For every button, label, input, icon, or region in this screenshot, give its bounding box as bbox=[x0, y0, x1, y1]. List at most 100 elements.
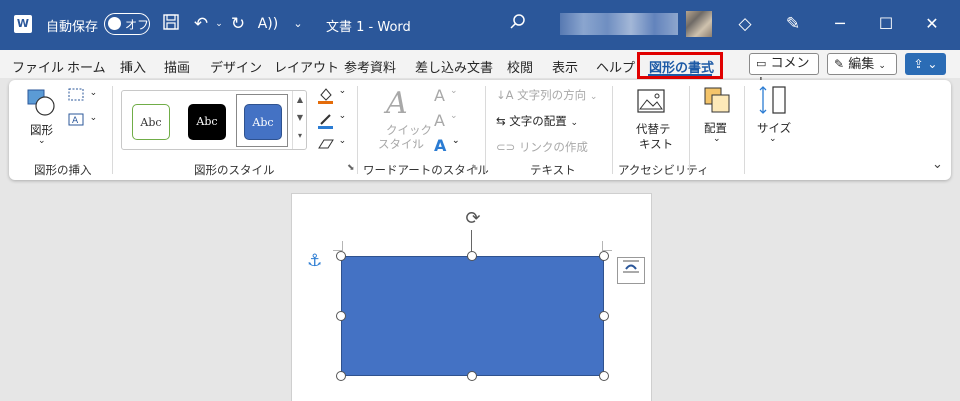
group-separator bbox=[357, 86, 358, 174]
save-icon[interactable] bbox=[160, 13, 182, 35]
autosave-state: オフ bbox=[125, 18, 150, 32]
rotate-handle-icon[interactable]: ⟳ bbox=[462, 208, 484, 230]
pencil-icon: ✎ bbox=[834, 57, 845, 71]
group-separator bbox=[689, 86, 690, 174]
wordart-icon[interactable]: A bbox=[386, 86, 408, 121]
comment-icon: ▭ bbox=[756, 57, 767, 70]
account-name[interactable] bbox=[560, 13, 678, 35]
alt-text-label-2[interactable]: キスト bbox=[639, 136, 673, 152]
dialog-launcher-icon[interactable]: ⬊ bbox=[347, 163, 355, 173]
arrange-dropdown-icon[interactable]: ⌄ bbox=[713, 134, 721, 144]
gallery-scroll[interactable]: ▲ ▼ ▾ bbox=[292, 91, 307, 149]
svg-text:A: A bbox=[72, 116, 79, 126]
read-aloud-icon[interactable]: A)) bbox=[257, 13, 279, 35]
group-text-label: テキスト bbox=[530, 163, 576, 177]
word-logo-icon: W bbox=[14, 15, 32, 33]
resize-handle-left[interactable] bbox=[336, 311, 346, 321]
tab-design[interactable]: デザイン bbox=[210, 57, 262, 76]
align-text-icon: ⇆ bbox=[496, 114, 506, 128]
link-icon: ⊂⊃ bbox=[496, 140, 516, 154]
resize-handle-right[interactable] bbox=[599, 311, 609, 321]
redo-icon[interactable]: ↻ bbox=[227, 13, 249, 35]
tab-layout[interactable]: レイアウト bbox=[274, 57, 339, 76]
autosave-label: 自動保存 bbox=[46, 20, 99, 35]
quick-style-dropdown-icon[interactable]: ⌄ bbox=[411, 136, 419, 146]
autosave-toggle[interactable]: オフ bbox=[104, 13, 150, 35]
tab-references[interactable]: 参考資料 bbox=[344, 57, 396, 76]
edit-shape-icon[interactable]: ⌄ bbox=[68, 88, 97, 105]
resize-handle-bottom-left[interactable] bbox=[336, 371, 346, 381]
resize-handle-bottom[interactable] bbox=[467, 371, 477, 381]
search-icon[interactable] bbox=[507, 13, 529, 35]
chevron-down-icon: ⌄ bbox=[570, 118, 578, 128]
text-direction-button[interactable]: ↓A 文字列の方向 ⌄ bbox=[496, 87, 597, 103]
style-swatch-black[interactable]: Abc bbox=[188, 104, 226, 140]
ribbon-collapse-icon[interactable]: ⌄ bbox=[932, 157, 943, 172]
tab-help[interactable]: ヘルプ bbox=[596, 57, 635, 76]
resize-handle-bottom-right[interactable] bbox=[599, 371, 609, 381]
shape-style-gallery: Abc Abc Abc ▲ ▼ ▾ bbox=[121, 90, 307, 150]
size-icon[interactable] bbox=[757, 86, 787, 118]
shape-fill-icon[interactable]: ⌄ bbox=[317, 86, 346, 107]
text-fill-icon[interactable]: A ⌄ bbox=[434, 86, 458, 105]
edit-mode-label: 編集 bbox=[848, 57, 875, 72]
comment-button[interactable]: ▭ コメント bbox=[749, 53, 819, 91]
create-link-label: リンクの作成 bbox=[518, 140, 588, 154]
tab-view[interactable]: 表示 bbox=[552, 57, 578, 76]
diamond-icon[interactable]: ◇ bbox=[734, 13, 756, 35]
shapes-gallery-icon[interactable] bbox=[26, 88, 56, 122]
group-separator bbox=[485, 86, 486, 174]
resize-handle-top[interactable] bbox=[467, 251, 477, 261]
group-accessibility-label: アクセシビリティ bbox=[618, 163, 709, 177]
alt-text-icon[interactable] bbox=[637, 89, 665, 119]
group-insert-shapes-label: 図形の挿入 bbox=[34, 163, 92, 177]
tab-file[interactable]: ファイル bbox=[12, 57, 64, 76]
chevron-down-icon: ⌄ bbox=[878, 61, 886, 71]
shape-effects-icon[interactable]: ⌄ bbox=[317, 136, 346, 155]
tab-home[interactable]: ホーム bbox=[67, 57, 106, 76]
share-icon: ⇪ ⌄ bbox=[913, 57, 938, 71]
avatar[interactable] bbox=[686, 11, 712, 37]
text-box-icon[interactable]: A ⌄ bbox=[68, 113, 97, 130]
shapes-dropdown-icon[interactable]: ⌄ bbox=[38, 136, 46, 146]
dialog-launcher-icon[interactable]: ⬊ bbox=[471, 163, 479, 173]
group-wordart-label: ワードアートのスタイル bbox=[363, 163, 489, 177]
size-dropdown-icon[interactable]: ⌄ bbox=[769, 134, 777, 144]
tab-mailings[interactable]: 差し込み文書 bbox=[415, 57, 493, 76]
text-outline-icon[interactable]: A ⌄ bbox=[434, 111, 458, 130]
text-direction-label: 文字列の方向 bbox=[517, 88, 587, 102]
align-text-label: 文字の配置 bbox=[509, 114, 567, 128]
group-separator bbox=[112, 86, 113, 174]
style-swatch-outline[interactable]: Abc bbox=[132, 104, 170, 140]
margin-mark bbox=[602, 241, 612, 251]
pen-icon[interactable]: ✎ bbox=[782, 13, 804, 35]
tab-insert[interactable]: 挿入 bbox=[120, 57, 146, 76]
style-swatch-blue[interactable]: Abc bbox=[244, 104, 282, 140]
create-link-button[interactable]: ⊂⊃ リンクの作成 bbox=[496, 139, 588, 155]
resize-handle-top-right[interactable] bbox=[599, 251, 609, 261]
share-button[interactable]: ⇪ ⌄ bbox=[905, 53, 946, 75]
text-effects-icon[interactable]: A ⌄ bbox=[434, 136, 460, 155]
text-direction-icon: ↓A bbox=[496, 88, 514, 102]
layout-options-icon[interactable] bbox=[617, 257, 645, 284]
close-button[interactable]: ✕ bbox=[920, 12, 944, 36]
shape-outline-icon[interactable]: ⌄ bbox=[317, 111, 346, 132]
edit-mode-button[interactable]: ✎ 編集 ⌄ bbox=[827, 53, 897, 75]
arrange-icon[interactable] bbox=[704, 87, 730, 117]
tab-highlight-box bbox=[637, 52, 723, 79]
tab-draw[interactable]: 描画 bbox=[164, 57, 190, 76]
anchor-icon: ⚓ bbox=[307, 251, 323, 271]
selected-rectangle-shape[interactable] bbox=[341, 256, 604, 376]
group-separator bbox=[744, 86, 745, 174]
document-title: 文書 1 - Word bbox=[326, 20, 411, 35]
minimize-button[interactable]: ─ bbox=[828, 12, 852, 36]
tab-review[interactable]: 校閲 bbox=[507, 57, 533, 76]
maximize-button[interactable]: ☐ bbox=[874, 12, 898, 36]
alt-text-label-1[interactable]: 代替テ bbox=[636, 121, 671, 137]
toggle-knob bbox=[108, 17, 121, 30]
group-separator bbox=[612, 86, 613, 174]
align-text-button[interactable]: ⇆ 文字の配置 ⌄ bbox=[496, 113, 578, 129]
group-shape-styles-label: 図形のスタイル bbox=[194, 163, 275, 177]
customize-icon[interactable]: ⌄ bbox=[287, 13, 309, 35]
resize-handle-top-left[interactable] bbox=[336, 251, 346, 261]
